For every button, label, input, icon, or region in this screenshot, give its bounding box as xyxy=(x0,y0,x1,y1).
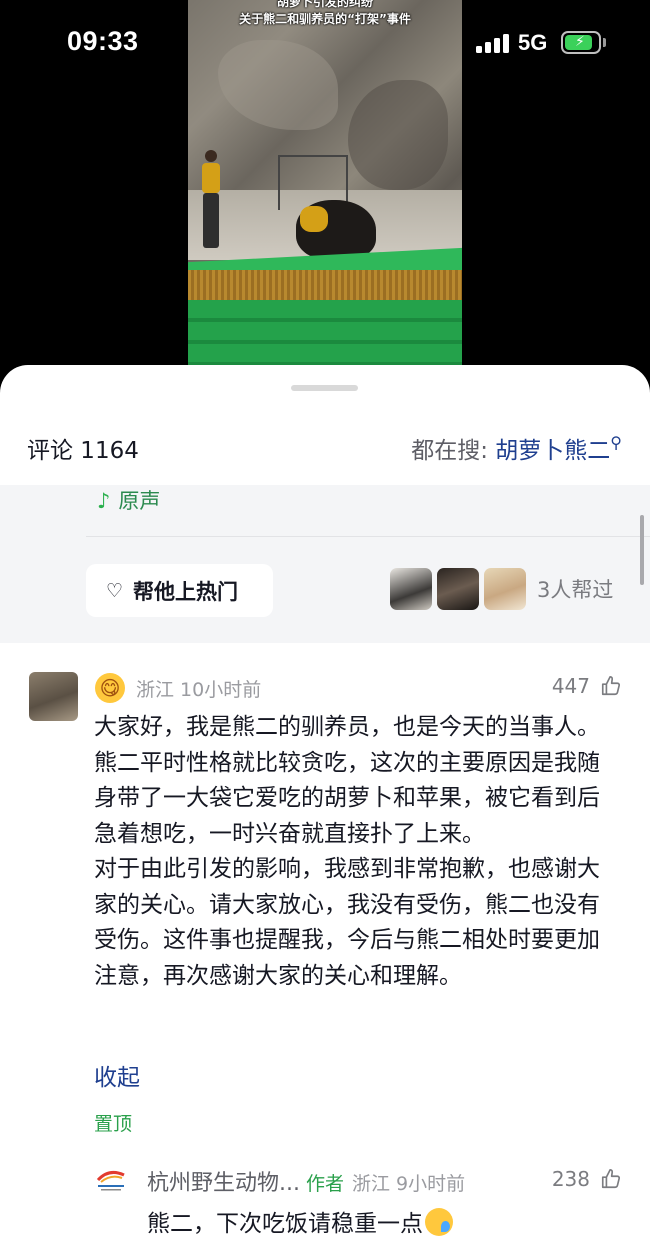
zoo-logo-icon[interactable] xyxy=(95,1166,127,1194)
comments-count: 评论 1164 xyxy=(27,438,139,464)
music-link[interactable]: ♪ 原声 xyxy=(97,485,160,515)
tongue-emoji-icon: 😋 xyxy=(95,673,125,703)
battery-cap xyxy=(603,38,606,47)
comment-meta: 浙江 10小时前 xyxy=(136,679,262,701)
video-info-panel: ♪ 原声 ♡ 帮他上热门 3人帮过 xyxy=(0,485,650,643)
signal-icon xyxy=(476,33,510,53)
scrollbar[interactable] xyxy=(640,515,644,585)
reply-meta: 杭州野生动物... 作者 浙江 9小时前 xyxy=(147,1165,465,1197)
thumbs-up-icon xyxy=(601,676,621,696)
video-figure-trainer xyxy=(200,150,222,250)
music-label: 原声 xyxy=(118,489,161,513)
divider xyxy=(86,536,650,537)
helper-avatar xyxy=(484,568,526,610)
comment-sheet: 评论 1164 都在搜: 胡萝卜熊二⚲ ♪ 原声 ♡ 帮他上热门 3人帮过 😋 浙… xyxy=(0,365,650,1247)
crying-emoji-icon xyxy=(425,1208,453,1236)
pinned-badge: 置顶 xyxy=(94,1113,133,1135)
network-type: 5G xyxy=(518,30,548,55)
helper-avatar xyxy=(437,568,479,610)
author-badge: 作者 xyxy=(305,1173,344,1195)
collapse-link[interactable]: 收起 xyxy=(94,1058,140,1092)
music-note-icon: ♪ xyxy=(97,489,111,513)
trending-search-term[interactable]: 胡萝卜熊二 xyxy=(495,438,610,464)
comment-like-count: 447 xyxy=(551,674,590,698)
comment-like-button[interactable]: 447 xyxy=(552,674,622,698)
trending-search[interactable]: 都在搜: 胡萝卜熊二⚲ xyxy=(411,431,622,465)
sheet-drag-handle[interactable] xyxy=(291,385,358,391)
battery-icon: ⚡ xyxy=(561,31,601,54)
reply-like-button[interactable]: 238 xyxy=(552,1167,622,1191)
status-bar: 09:33 5G ⚡ xyxy=(0,0,650,90)
helpers-row[interactable]: 3人帮过 xyxy=(390,568,613,610)
commenter-avatar[interactable] xyxy=(29,672,78,721)
reply-like-count: 238 xyxy=(551,1167,590,1191)
comment-text: 大家好，我是熊二的驯养员，也是今天的当事人。熊二平时性格就比较贪吃，这次的主要原… xyxy=(94,714,600,989)
heart-boost-icon: ♡ xyxy=(106,579,124,602)
boost-button-label: 帮他上热门 xyxy=(133,579,239,604)
search-icon: ⚲ xyxy=(610,433,622,452)
reply-author[interactable]: 杭州野生动物... xyxy=(147,1165,300,1197)
clock: 09:33 xyxy=(67,26,139,56)
helpers-count: 3人帮过 xyxy=(537,578,614,602)
trending-search-prefix: 都在搜: xyxy=(411,438,488,464)
reply-text-row: 熊二，下次吃饭请稳重一点 xyxy=(147,1204,453,1238)
reply-text: 熊二，下次吃饭请稳重一点 xyxy=(147,1211,423,1237)
boost-button[interactable]: ♡ 帮他上热门 xyxy=(86,564,273,617)
reply-location-time: 浙江 9小时前 xyxy=(352,1173,466,1195)
thumbs-up-icon xyxy=(601,1169,621,1189)
helper-avatar xyxy=(390,568,432,610)
